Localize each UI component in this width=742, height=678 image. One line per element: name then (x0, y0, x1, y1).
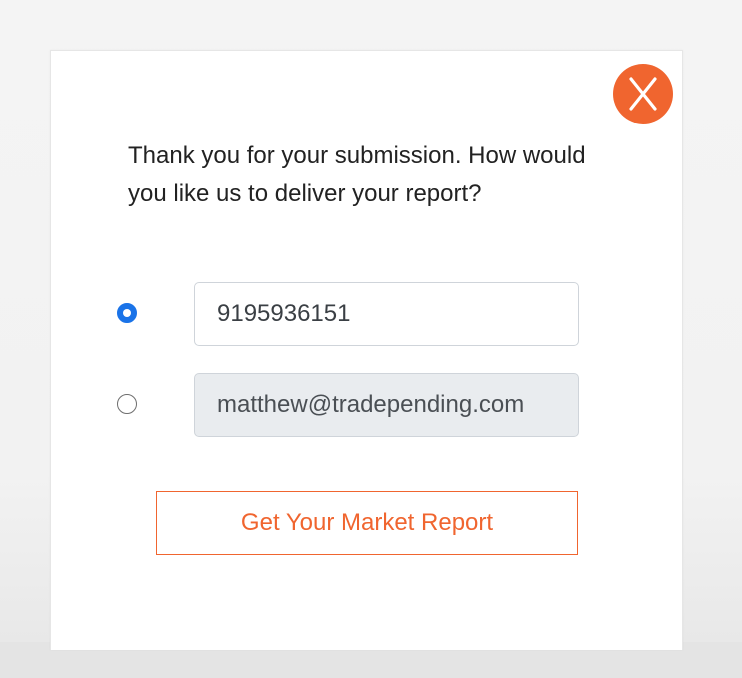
delivery-modal: Thank you for your submission. How would… (50, 50, 683, 650)
phone-option-row (117, 282, 587, 346)
email-option-row (117, 373, 587, 437)
close-button[interactable] (613, 64, 673, 124)
get-market-report-button[interactable]: Get Your Market Report (156, 491, 578, 555)
phone-input[interactable] (194, 282, 579, 346)
close-x-icon (629, 77, 657, 111)
email-input[interactable] (194, 373, 579, 437)
email-radio[interactable] (117, 394, 137, 414)
phone-radio[interactable] (117, 303, 137, 323)
submission-message: Thank you for your submission. How would… (128, 142, 586, 207)
